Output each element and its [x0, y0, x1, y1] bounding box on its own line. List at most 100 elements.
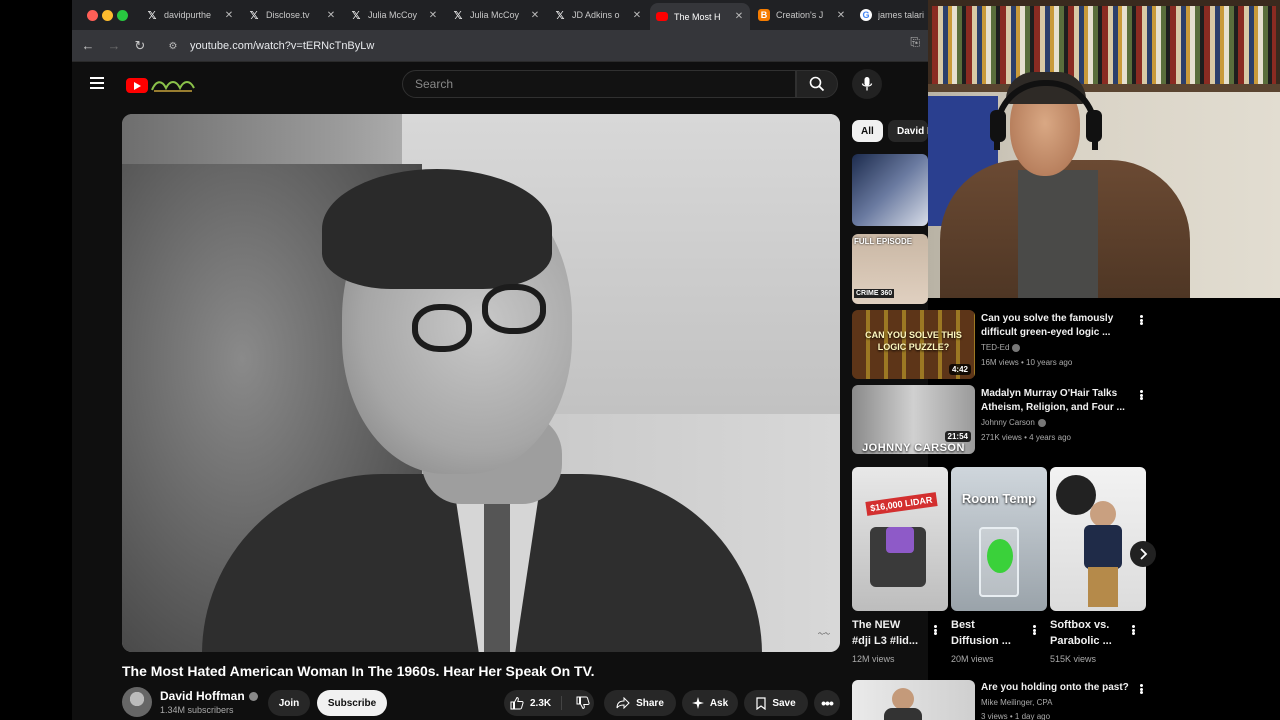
video-title-line[interactable]: difficult green-eyed logic ... [981, 325, 1131, 340]
video-thumbnail[interactable]: JOHNNY CARSON 21:54 [852, 385, 975, 454]
browser-tab[interactable]: 𝕏 Julia McCoy ✕ [446, 4, 546, 26]
close-window-button[interactable] [87, 10, 98, 21]
save-button[interactable]: Save [744, 690, 808, 716]
youtube-logo[interactable] [126, 76, 202, 94]
forward-arrow-icon[interactable]: → [106, 38, 122, 54]
shorts-title-line[interactable]: The NEW [852, 617, 928, 633]
video-thumbnail[interactable] [852, 680, 975, 720]
more-vertical-icon[interactable] [930, 623, 940, 637]
youtube-icon [656, 12, 668, 21]
shorts-title-line[interactable]: Parabolic ... [1050, 633, 1126, 649]
browser-tab[interactable]: G james talari [854, 4, 928, 26]
tab-close-icon[interactable]: ✕ [630, 10, 644, 21]
blogger-icon: B [758, 9, 770, 21]
search-icon [809, 76, 825, 92]
maximize-window-button[interactable] [117, 10, 128, 21]
video-thumbnail[interactable] [852, 154, 928, 226]
video-channel[interactable]: TED-Ed [981, 343, 1021, 352]
microphone-icon [861, 77, 873, 91]
bookmark-icon [756, 696, 766, 710]
chip-channel[interactable]: David H [888, 120, 928, 142]
tab-bar: 𝕏 davidpurthe ✕ 𝕏 Disclose.tv ✕ 𝕏 Julia … [72, 0, 928, 30]
dislike-button[interactable] [568, 696, 590, 710]
shorts-thumbnail[interactable]: $16,000 LIDAR [852, 467, 948, 611]
video-thumbnail[interactable]: FULL EPISODE CRIME 360 [852, 234, 928, 304]
thumbs-up-icon [510, 696, 524, 710]
shorts-thumbnail[interactable] [1050, 467, 1146, 611]
shorts-thumbnail[interactable]: Room Temp [951, 467, 1047, 611]
browser-tab[interactable]: B Creation's J ✕ [752, 4, 852, 26]
browser-tab[interactable]: 𝕏 davidpurthe ✕ [140, 4, 240, 26]
voice-search-button[interactable] [852, 69, 882, 99]
site-info-icon[interactable]: ⚙ [166, 39, 180, 53]
minimize-window-button[interactable] [102, 10, 113, 21]
search-input[interactable] [415, 77, 795, 91]
bookshelf [932, 6, 1276, 84]
youtube-play-icon [126, 77, 148, 93]
more-vertical-icon[interactable] [1136, 682, 1146, 696]
more-vertical-icon[interactable] [1029, 623, 1039, 637]
tab-close-icon[interactable]: ✕ [834, 10, 848, 21]
chevron-right-icon [1140, 548, 1148, 560]
share-button[interactable]: Share [604, 690, 676, 716]
back-arrow-icon[interactable]: ← [80, 38, 96, 54]
share-icon [616, 697, 630, 709]
like-dislike-group: 2.3K [504, 690, 594, 716]
verified-icon [1012, 343, 1021, 352]
shorts-views: 515K views [1050, 654, 1097, 664]
video-title-line[interactable]: Can you solve the famously [981, 311, 1131, 326]
shorts-views: 20M views [951, 654, 994, 664]
doodle-logo-icon [151, 81, 195, 92]
subscriber-count: 1.34M subscribers [160, 705, 234, 715]
more-vertical-icon[interactable] [1128, 623, 1138, 637]
video-channel[interactable]: Johnny Carson [981, 418, 1046, 427]
reload-icon[interactable]: ↻ [132, 38, 148, 54]
video-title: The Most Hated American Woman In The 196… [122, 663, 595, 679]
tab-close-icon[interactable]: ✕ [426, 10, 440, 21]
shorts-title-line[interactable]: Best [951, 617, 1027, 633]
google-icon: G [860, 9, 872, 21]
tab-close-icon[interactable]: ✕ [324, 10, 338, 21]
video-title-line[interactable]: Are you holding onto the past? [981, 680, 1131, 695]
video-title-line[interactable]: Madalyn Murray O'Hair Talks [981, 386, 1131, 401]
more-vertical-icon[interactable] [1136, 388, 1146, 402]
browser-tab-active[interactable]: The Most H ✕ [650, 3, 750, 30]
menu-icon[interactable] [90, 77, 104, 89]
install-app-icon[interactable]: ⎘ [910, 35, 920, 50]
chip-all[interactable]: All [852, 120, 883, 142]
video-watermark: ～～ [817, 632, 830, 638]
shorts-next-button[interactable] [1130, 541, 1156, 567]
video-title-line[interactable]: Atheism, Religion, and Four ... [981, 400, 1131, 415]
subscribe-button[interactable]: Subscribe [317, 690, 387, 716]
browser-tab[interactable]: 𝕏 JD Adkins o ✕ [548, 4, 648, 26]
webcam-overlay [928, 0, 1280, 298]
shorts-title-line[interactable]: #dji L3 #lid... [852, 633, 928, 649]
more-vertical-icon[interactable] [1136, 313, 1146, 327]
video-meta: 3 views • 1 day ago [981, 712, 1051, 720]
url-field[interactable]: ⚙ youtube.com/watch?v=tERNcTnByLw [162, 34, 922, 58]
thumbs-down-icon [576, 696, 590, 710]
video-player[interactable]: ～～ [122, 114, 840, 652]
browser-tab[interactable]: 𝕏 Julia McCoy ✕ [344, 4, 444, 26]
browser-tab[interactable]: 𝕏 Disclose.tv ✕ [242, 4, 342, 26]
join-button[interactable]: Join [268, 690, 310, 716]
shorts-title-line[interactable]: Softbox vs. [1050, 617, 1126, 633]
channel-avatar[interactable] [122, 687, 152, 717]
more-actions-button[interactable]: ••• [814, 690, 840, 716]
browser-window: 𝕏 davidpurthe ✕ 𝕏 Disclose.tv ✕ 𝕏 Julia … [72, 0, 928, 720]
more-horizontal-icon: ••• [821, 695, 834, 711]
ask-button[interactable]: Ask [682, 690, 738, 716]
shorts-title-line[interactable]: Diffusion ... [951, 633, 1027, 649]
shorts-views: 12M views [852, 654, 895, 664]
video-channel[interactable]: Mike Meilinger, CPA [981, 698, 1052, 707]
video-thumbnail[interactable]: CAN YOU SOLVE THIS LOGIC PUZZLE? 4:42 [852, 310, 975, 379]
x-icon: 𝕏 [555, 9, 565, 22]
address-bar: ← → ↻ ⚙ youtube.com/watch?v=tERNcTnByLw … [72, 30, 928, 62]
search-bar[interactable] [402, 70, 796, 98]
tab-close-icon[interactable]: ✕ [222, 10, 236, 21]
search-button[interactable] [796, 70, 838, 98]
tab-close-icon[interactable]: ✕ [528, 10, 542, 21]
tab-close-icon[interactable]: ✕ [732, 11, 746, 22]
like-button[interactable]: 2.3K [510, 696, 563, 710]
channel-name[interactable]: David Hoffman [160, 689, 258, 703]
